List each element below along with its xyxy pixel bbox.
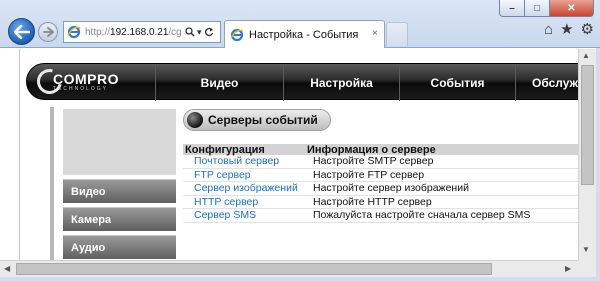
tab-close-icon[interactable]: × <box>372 28 378 39</box>
favorites-star-icon[interactable]: ★ <box>560 22 573 38</box>
logo-ring-icon <box>32 64 67 99</box>
horizontal-scrollbar[interactable]: ◀ ▶ <box>0 260 578 277</box>
forward-button[interactable] <box>38 22 58 42</box>
menu-item-maintenance[interactable]: Обслужи <box>515 64 578 101</box>
search-icon[interactable] <box>185 27 195 37</box>
minimize-button[interactable]: – <box>499 0 525 17</box>
table-row: HTTP сервер Настройте HTTP сервер <box>183 195 578 209</box>
refresh-icon[interactable] <box>204 27 214 37</box>
sidebar-blank-panel <box>63 109 176 175</box>
vertical-scroll-thumb[interactable] <box>581 65 594 185</box>
event-servers-table: Конфигурация Информация о сервере Почтов… <box>183 144 578 223</box>
home-icon[interactable]: ⌂ <box>544 22 553 38</box>
image-server-link[interactable]: Сервер изображений <box>183 182 313 194</box>
column-header-info: Информация о сервере <box>307 143 436 156</box>
tab-active[interactable]: Настройка - События × <box>224 20 385 48</box>
left-frame-bar <box>50 107 54 260</box>
horizontal-scroll-thumb[interactable] <box>16 263 492 275</box>
address-url[interactable]: http://192.168.0.21/cg <box>85 27 183 38</box>
page-content: COMPRO TECHNOLOGY Видео Настройка Событи… <box>19 49 578 260</box>
scroll-down-arrow-icon[interactable]: ▼ <box>582 245 590 254</box>
menu-item-video[interactable]: Видео <box>155 64 283 101</box>
menu-item-events[interactable]: События <box>399 64 515 101</box>
scroll-right-arrow-icon[interactable]: ▶ <box>565 264 571 273</box>
server-info: Настройте SMTP сервер <box>313 155 434 168</box>
scroll-up-arrow-icon[interactable]: ▲ <box>582 51 590 60</box>
sidebar-item-camera[interactable]: Камера <box>63 207 176 231</box>
section-title: Серверы событий <box>208 113 318 127</box>
scroll-left-arrow-icon[interactable]: ◀ <box>4 264 10 273</box>
ftp-server-link[interactable]: FTP сервер <box>183 169 313 181</box>
logo-sub-text: TECHNOLOGY <box>53 85 109 92</box>
page-viewport: COMPRO TECHNOLOGY Видео Настройка Событи… <box>0 49 578 260</box>
top-banner: COMPRO TECHNOLOGY Видео Настройка Событи… <box>26 63 578 101</box>
gear-icon[interactable]: ⚙ <box>581 22 594 38</box>
new-tab-button[interactable] <box>386 22 408 46</box>
ie-logo-icon <box>230 28 244 41</box>
menu-item-settings[interactable]: Настройка <box>283 64 399 101</box>
ie-logo-icon <box>67 25 81 39</box>
window-bottom-border <box>0 277 600 281</box>
http-server-link[interactable]: HTTP сервер <box>183 196 313 208</box>
sidebar-item-video[interactable]: Видео <box>63 179 176 203</box>
table-row: Сервер изображений Настройте сервер изоб… <box>183 182 578 196</box>
sidebar-item-audio[interactable]: Аудио <box>63 235 176 259</box>
vertical-scrollbar[interactable]: ▲ ▼ <box>578 49 596 260</box>
section-bullet-icon <box>187 112 203 128</box>
sidebar: Видео Камера Аудио <box>63 109 176 259</box>
window-right-border <box>596 48 600 281</box>
main-menu: Видео Настройка События Обслужи <box>155 64 578 101</box>
close-window-button[interactable]: ✕ <box>550 0 594 17</box>
section-header: Серверы событий <box>183 109 331 131</box>
server-info: Настройте HTTP сервер <box>313 195 432 208</box>
compro-logo[interactable]: COMPRO TECHNOLOGY <box>32 64 119 99</box>
server-info: Настройте сервер изображений <box>313 182 469 195</box>
table-row: Почтовый сервер Настройте SMTP сервер <box>183 155 578 169</box>
sms-server-link[interactable]: Сервер SMS <box>183 209 313 221</box>
browser-chrome: – □ ✕ http://192.168.0.21/cg ▾ Настройка… <box>0 0 600 48</box>
address-bar[interactable]: http://192.168.0.21/cg ▾ <box>63 21 221 43</box>
window-controls: – □ ✕ <box>499 0 594 17</box>
back-button[interactable] <box>8 18 35 45</box>
mail-server-link[interactable]: Почтовый сервер <box>183 155 313 167</box>
table-row: FTP сервер Настройте FTP сервер <box>183 168 578 182</box>
table-row: Сервер SMS Пожалуйста настройте сначала … <box>183 209 578 223</box>
scrollbar-corner <box>578 260 596 277</box>
maximize-button[interactable]: □ <box>525 0 550 17</box>
logo-main-text: COMPRO <box>53 70 119 87</box>
dropdown-icon[interactable]: ▾ <box>197 27 202 38</box>
server-info: Пожалуйста настройте сначала сервер SMS <box>313 209 531 222</box>
forward-arrow-icon <box>42 27 54 37</box>
server-info: Настройте FTP сервер <box>313 168 425 181</box>
table-header: Конфигурация Информация о сервере <box>183 143 578 156</box>
column-header-config: Конфигурация <box>185 143 265 156</box>
back-arrow-icon <box>13 24 30 39</box>
tab-title: Настройка - События <box>249 28 359 41</box>
